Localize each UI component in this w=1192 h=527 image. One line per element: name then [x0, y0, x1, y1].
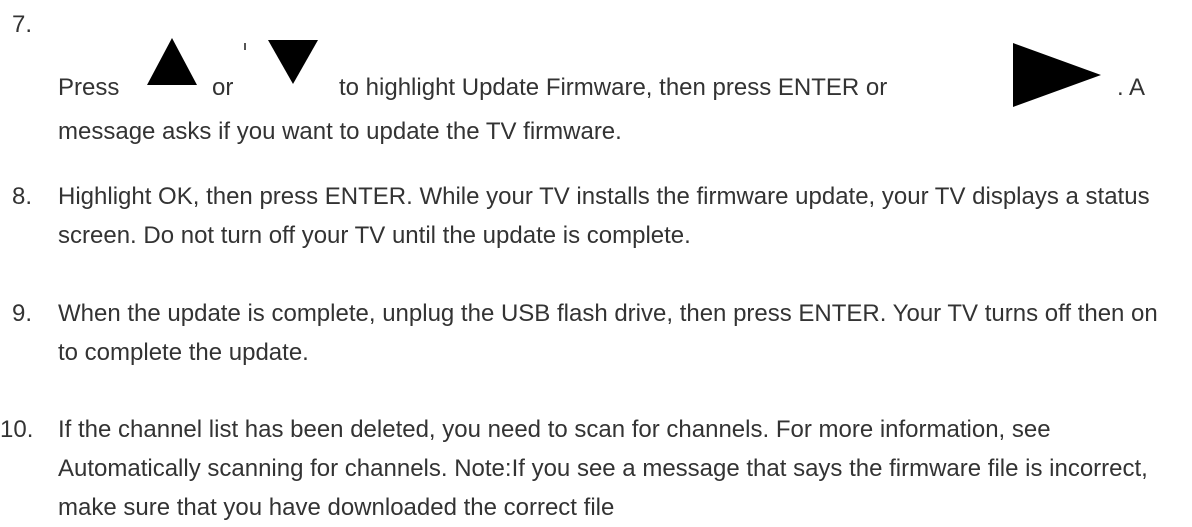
separator-mark: [244, 43, 246, 50]
step-7-instruction-text: to highlight Update Firmware, then press…: [339, 74, 888, 101]
step-7-number: 7.: [12, 11, 33, 38]
step-10-text: If the channel list has been deleted, yo…: [58, 416, 1148, 521]
step-8-number: 8.: [12, 183, 33, 210]
step-9-number: 9.: [12, 300, 33, 327]
step-9-text: When the update is complete, unplug the …: [58, 300, 1158, 366]
up-arrow-icon: [147, 38, 197, 85]
step-7-line-2: message asks if you want to update the T…: [58, 118, 622, 145]
step-7-press-text: Press: [58, 74, 120, 101]
step-7-or-text: or: [212, 74, 234, 101]
down-arrow-icon: [268, 40, 318, 84]
step-8-text: Highlight OK, then press ENTER. While yo…: [58, 183, 1150, 249]
step-7-tail-text: . A: [1117, 74, 1146, 101]
right-arrow-icon: [1013, 43, 1101, 107]
step-10-number: 10.: [0, 416, 34, 443]
